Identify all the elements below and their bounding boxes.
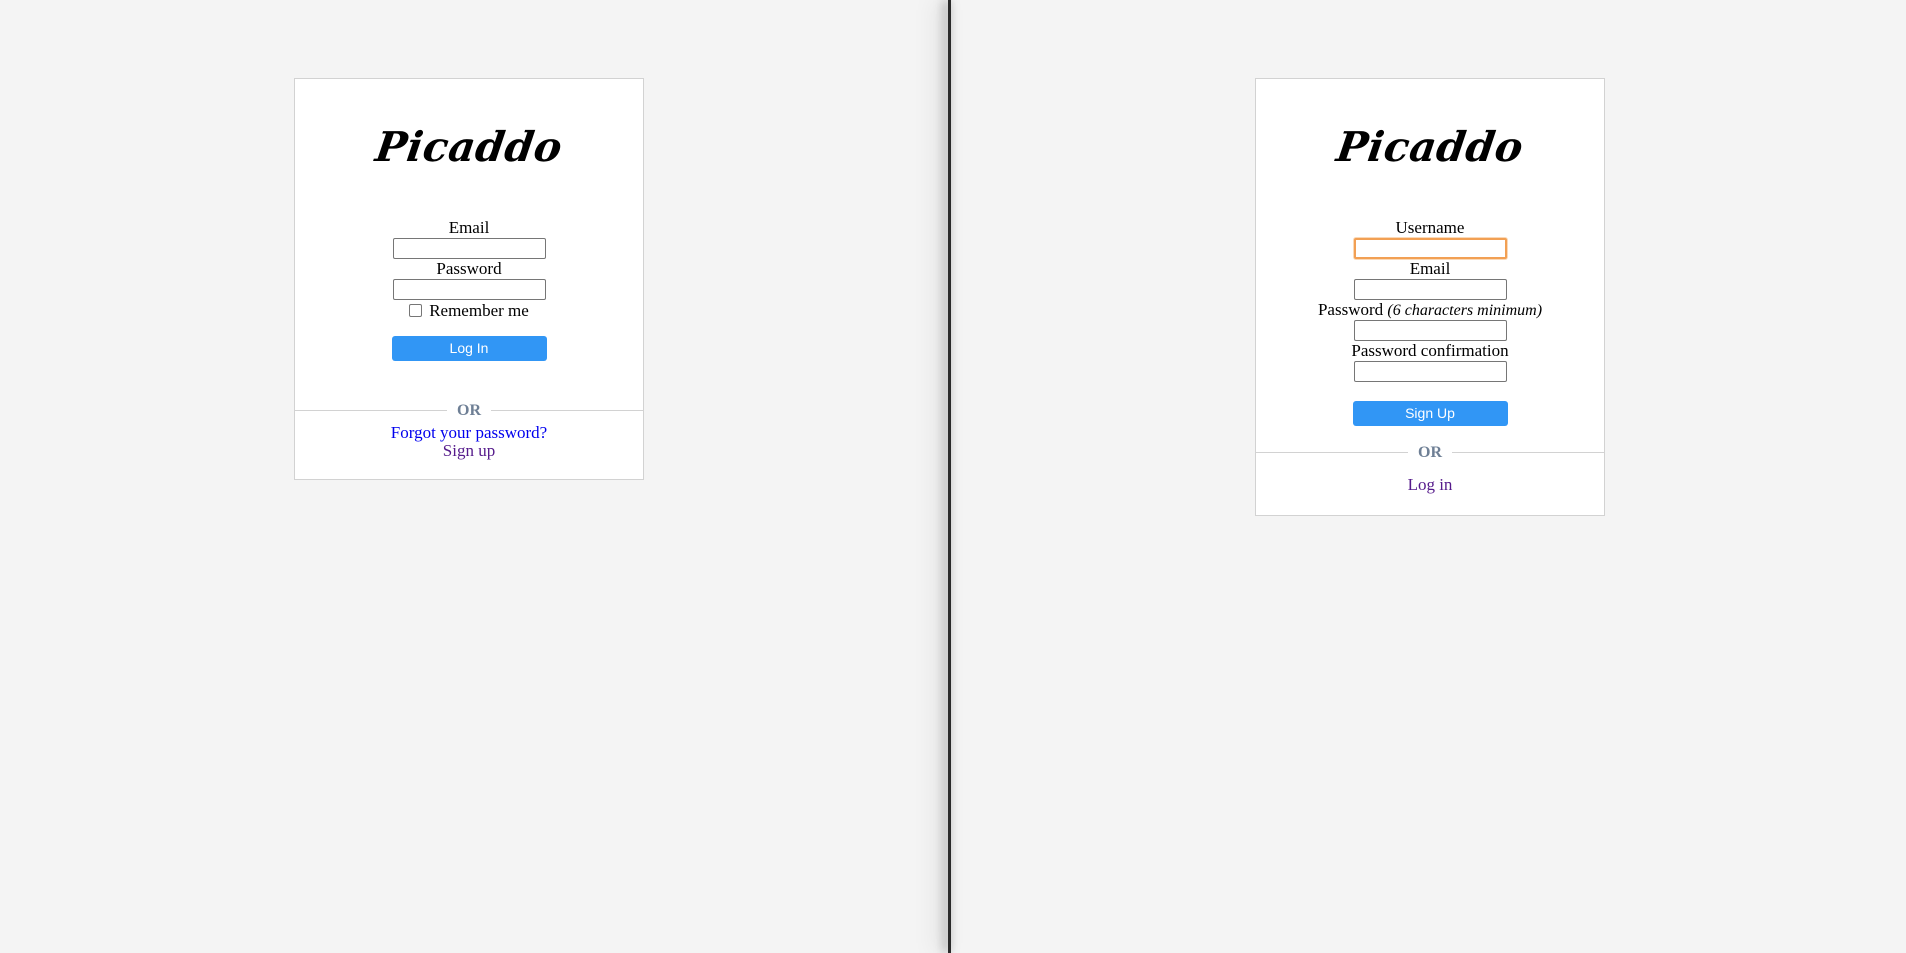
login-pane: Picaddo Email Password Remember me Log I…	[0, 0, 948, 953]
username-field[interactable]	[1353, 238, 1507, 259]
login-links: Forgot your password? Sign up	[295, 424, 643, 460]
app-logo: Picaddo	[1333, 123, 1527, 171]
signup-form: Username Email Password (6 characters mi…	[1256, 218, 1604, 426]
or-divider: OR	[295, 401, 643, 421]
password-confirmation-field[interactable]	[1353, 361, 1507, 382]
signup-links: Log in	[1256, 476, 1604, 494]
login-form: Email Password Remember me Log In	[295, 218, 643, 361]
forgot-password-link[interactable]: Forgot your password?	[295, 424, 643, 442]
signup-pane: Picaddo Username Email Password (6 chara…	[951, 0, 1906, 953]
sign-up-button[interactable]: Sign Up	[1352, 401, 1508, 426]
password-label-text: Password	[1317, 300, 1384, 319]
or-divider: OR	[1256, 443, 1604, 463]
signup-card: Picaddo Username Email Password (6 chara…	[1255, 78, 1605, 516]
password-hint: (6 characters minimum)	[1387, 302, 1543, 319]
log-in-button[interactable]: Log In	[391, 336, 547, 361]
app-logo: Picaddo	[372, 123, 566, 171]
email-label: Email	[448, 218, 490, 237]
username-label: Username	[1395, 218, 1465, 237]
remember-me-label[interactable]: Remember me	[429, 301, 529, 321]
password-field[interactable]	[1353, 320, 1507, 341]
email-label: Email	[1409, 259, 1451, 278]
password-label: Password (6 characters minimum)	[1256, 300, 1604, 320]
password-confirmation-label: Password confirmation	[1351, 341, 1509, 360]
email-field[interactable]	[392, 238, 546, 259]
email-field[interactable]	[1353, 279, 1507, 300]
or-label: OR	[447, 401, 491, 421]
remember-me-checkbox[interactable]	[409, 303, 423, 317]
remember-me-row: Remember me	[295, 300, 643, 322]
log-in-link[interactable]: Log in	[1256, 476, 1604, 494]
split-view-divider[interactable]	[948, 0, 951, 953]
or-label: OR	[1408, 443, 1452, 463]
password-label: Password	[436, 259, 502, 278]
login-card: Picaddo Email Password Remember me Log I…	[294, 78, 644, 480]
sign-up-link[interactable]: Sign up	[295, 442, 643, 460]
password-field[interactable]	[392, 279, 546, 300]
